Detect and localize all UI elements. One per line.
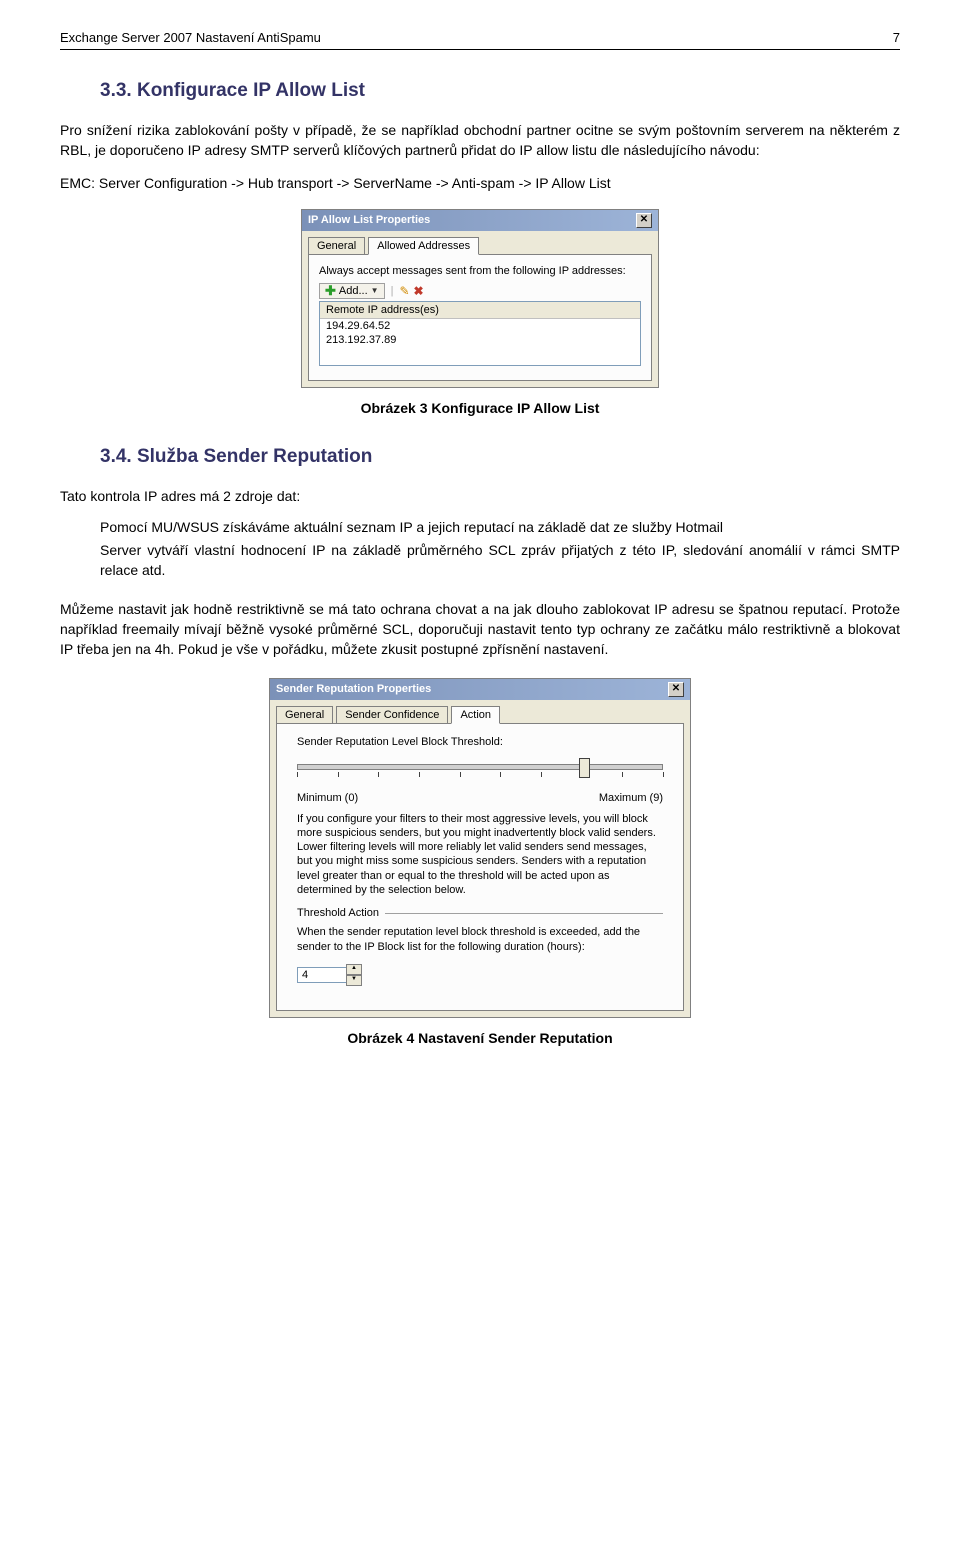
tab-general[interactable]: General (276, 706, 333, 723)
threshold-action-text: When the sender reputation level block t… (297, 925, 663, 954)
dialog-titlebar: Sender Reputation Properties ✕ (270, 679, 690, 700)
section-3-4-paragraph: Můžeme nastavit jak hodně restriktivně s… (60, 599, 900, 660)
header-divider (60, 49, 900, 50)
slider-thumb[interactable] (579, 758, 590, 778)
list-item[interactable]: 213.192.37.89 (320, 333, 640, 347)
tab-general[interactable]: General (308, 237, 365, 254)
ip-listbox[interactable]: Remote IP address(es) 194.29.64.52 213.1… (319, 301, 641, 366)
delete-icon[interactable]: ✖ (414, 284, 424, 298)
threshold-action-label: Threshold Action (297, 907, 379, 919)
spin-down-icon[interactable]: ▼ (346, 975, 362, 986)
list-toolbar: ✚ Add... ▼ | ✎ ✖ (319, 283, 641, 299)
figure-4-caption: Obrázek 4 Nastavení Sender Reputation (60, 1030, 900, 1046)
threshold-help-text: If you configure your filters to their m… (297, 812, 663, 898)
section-3-4-heading: 3.4. Služba Sender Reputation (100, 446, 900, 468)
toolbar-separator: | (389, 285, 396, 297)
section-3-3-paragraph: Pro snížení rizika zablokování pošty v p… (60, 120, 900, 161)
slider-track (297, 764, 663, 770)
plus-icon: ✚ (325, 285, 336, 296)
list-header: Remote IP address(es) (320, 302, 640, 319)
section-3-3-heading: 3.3. Konfigurace IP Allow List (100, 80, 900, 102)
page-number: 7 (893, 30, 900, 45)
dialog-title: IP Allow List Properties (308, 214, 430, 226)
bullet-2: Server vytváří vlastní hodnocení IP na z… (100, 541, 900, 580)
figure-3-caption: Obrázek 3 Konfigurace IP Allow List (60, 400, 900, 416)
close-icon[interactable]: ✕ (668, 682, 684, 697)
chevron-down-icon: ▼ (371, 286, 379, 295)
slider-max-label: Maximum (9) (599, 792, 663, 804)
slider-min-label: Minimum (0) (297, 792, 358, 804)
edit-icon[interactable]: ✎ (399, 284, 409, 298)
doc-header-title: Exchange Server 2007 Nastavení AntiSpamu (60, 30, 321, 45)
dialog-title: Sender Reputation Properties (276, 683, 431, 695)
add-button-label: Add... (339, 285, 368, 297)
slider-ticks (297, 772, 663, 778)
spin-up-icon[interactable]: ▲ (346, 964, 362, 975)
list-item[interactable]: 194.29.64.52 (320, 319, 640, 333)
threshold-slider[interactable] (297, 756, 663, 790)
ip-allow-list-dialog: IP Allow List Properties ✕ General Allow… (301, 209, 659, 388)
section-3-4-intro: Tato kontrola IP adres má 2 zdroje dat: (60, 486, 900, 506)
duration-input[interactable]: 4 (297, 967, 347, 983)
section-divider (385, 913, 663, 914)
dialog-titlebar: IP Allow List Properties ✕ (302, 210, 658, 231)
bullet-1: Pomocí MU/WSUS získáváme aktuální seznam… (100, 518, 900, 538)
add-button[interactable]: ✚ Add... ▼ (319, 283, 385, 299)
emc-path: EMC: Server Configuration -> Hub transpo… (60, 175, 900, 191)
tab-sender-confidence[interactable]: Sender Confidence (336, 706, 448, 723)
allow-label: Always accept messages sent from the fol… (319, 265, 641, 277)
tab-action[interactable]: Action (451, 706, 500, 724)
block-threshold-label: Sender Reputation Level Block Threshold: (297, 736, 663, 748)
sender-reputation-dialog: Sender Reputation Properties ✕ General S… (269, 678, 691, 1018)
close-icon[interactable]: ✕ (636, 213, 652, 228)
tab-allowed-addresses[interactable]: Allowed Addresses (368, 237, 479, 255)
